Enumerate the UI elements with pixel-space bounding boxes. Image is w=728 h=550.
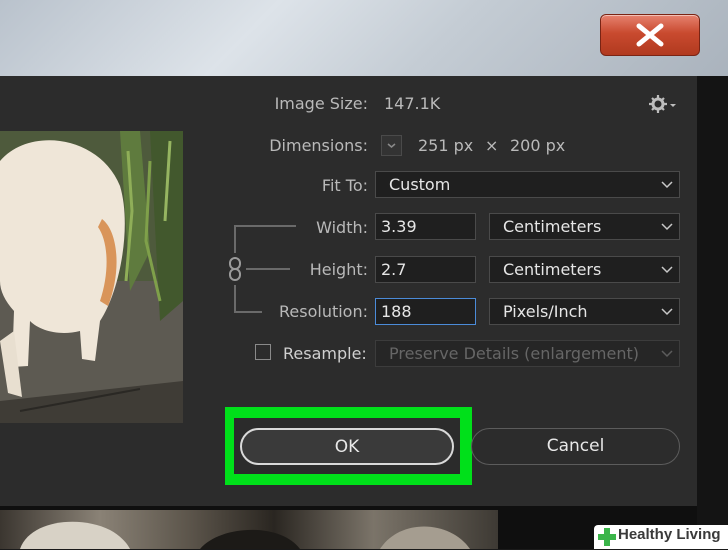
chevron-down-icon (661, 181, 673, 189)
resolution-input[interactable] (375, 298, 476, 325)
height-label: Height: (309, 260, 368, 279)
dimensions-unit-dropdown[interactable] (381, 135, 402, 156)
dimensions-times-sign: × (485, 136, 499, 155)
chevron-down-icon (387, 143, 396, 148)
resolution-label: Resolution: (279, 302, 368, 321)
resample-label: Resample: (283, 344, 367, 363)
cat-photo-image (0, 131, 183, 423)
gear-icon (649, 95, 676, 113)
constrain-proportions-toggle[interactable] (228, 256, 242, 282)
dimensions-height-value: 200 px (510, 136, 566, 155)
watermark-text: Healthy Living (618, 526, 721, 543)
chevron-down-icon (661, 308, 673, 316)
image-size-label: Image Size: (274, 94, 368, 113)
height-input[interactable] (375, 256, 476, 283)
dimensions-width-value: 251 px (418, 136, 474, 155)
close-x-icon (636, 23, 664, 47)
resample-checkbox[interactable] (255, 344, 271, 360)
dimensions-label: Dimensions: (269, 136, 368, 155)
resample-method-value: Preserve Details (enlargement) (389, 344, 640, 363)
height-unit-dropdown[interactable]: Centimeters (489, 256, 680, 283)
width-label: Width: (316, 218, 368, 237)
height-unit-value: Centimeters (503, 260, 602, 279)
fit-to-value: Custom (389, 175, 451, 194)
image-size-value: 147.1K (384, 94, 441, 113)
cancel-button[interactable]: Cancel (471, 428, 680, 465)
width-input[interactable] (375, 213, 476, 240)
chevron-down-icon (661, 266, 673, 274)
chevron-down-icon (661, 350, 673, 358)
resolution-unit-dropdown[interactable]: Pixels/Inch (489, 298, 680, 325)
fit-to-dropdown[interactable]: Custom (375, 171, 680, 198)
window-close-button[interactable] (600, 14, 700, 56)
background-photo (0, 510, 498, 549)
resolution-unit-value: Pixels/Inch (503, 302, 588, 321)
resample-method-dropdown[interactable]: Preserve Details (enlargement) (375, 340, 680, 367)
fit-to-label: Fit To: (321, 176, 368, 195)
width-unit-dropdown[interactable]: Centimeters (489, 213, 680, 240)
image-preview (0, 131, 183, 423)
ok-button[interactable]: OK (240, 428, 454, 465)
constrain-bracket-left-top (234, 225, 236, 253)
background-panel (697, 76, 728, 549)
chevron-down-icon (661, 223, 673, 231)
watermark-logo (598, 528, 616, 546)
gear-settings-button[interactable] (648, 94, 676, 114)
chain-link-icon (229, 257, 241, 281)
constrain-bracket-left-bottom (234, 285, 236, 313)
plus-logo-icon (598, 528, 616, 546)
width-unit-value: Centimeters (503, 217, 602, 236)
background-photo-image (20, 521, 470, 549)
